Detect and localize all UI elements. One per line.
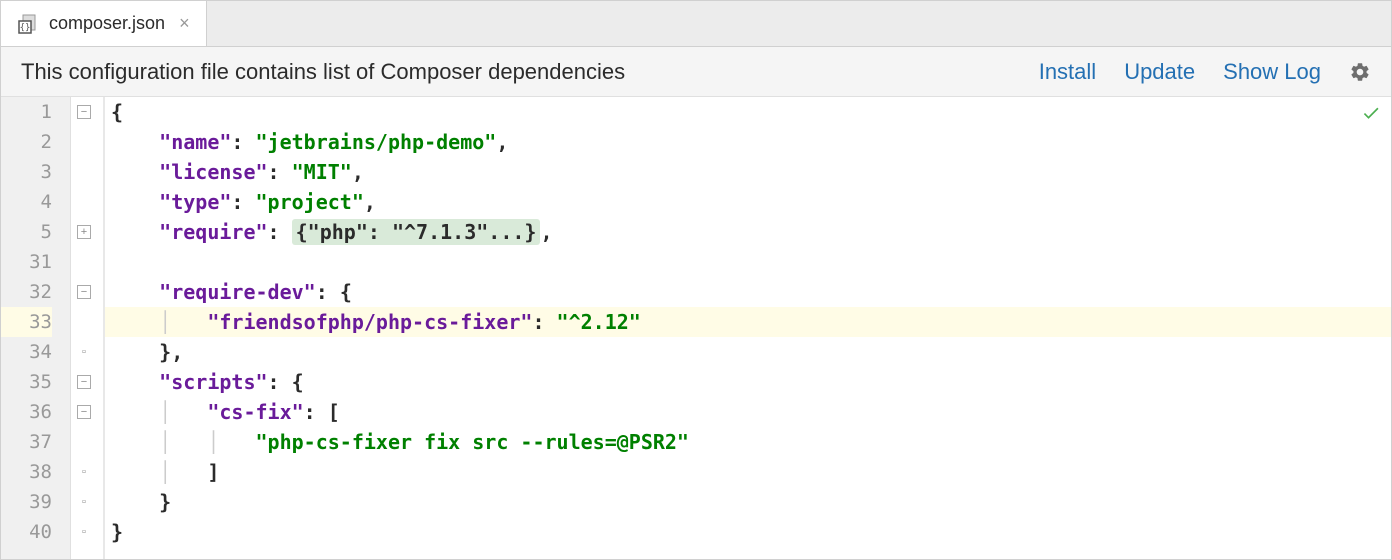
- code-line: │ "cs-fix": [: [105, 397, 1391, 427]
- line-number: 4: [1, 187, 52, 217]
- line-number: 39: [1, 487, 52, 517]
- fold-collapse-icon[interactable]: −: [77, 375, 91, 389]
- install-link[interactable]: Install: [1039, 59, 1096, 85]
- code-line: "type": "project",: [105, 187, 1391, 217]
- notification-text: This configuration file contains list of…: [21, 59, 1039, 85]
- code-line-highlighted: │ "friendsofphp/php-cs-fixer": "^2.12": [105, 307, 1391, 337]
- code-line: │ ]: [105, 457, 1391, 487]
- code-line: "name": "jetbrains/php-demo",: [105, 127, 1391, 157]
- inspection-ok-icon[interactable]: [1361, 103, 1381, 128]
- svg-text:{}: {}: [20, 23, 31, 33]
- line-number: 5: [1, 217, 52, 247]
- code-line: │ │ "php-cs-fixer fix src --rules=@PSR2": [105, 427, 1391, 457]
- gear-icon[interactable]: [1349, 61, 1371, 83]
- code-line: [105, 247, 1391, 277]
- editor-tab[interactable]: {} composer.json ×: [1, 1, 207, 46]
- line-number: 3: [1, 157, 52, 187]
- line-number: 37: [1, 427, 52, 457]
- fold-end-icon[interactable]: ▫: [77, 345, 91, 359]
- fold-end-icon[interactable]: ▫: [77, 465, 91, 479]
- code-editor[interactable]: 1 2 3 4 5 31 32 33 34 35 36 37 38 39 40 …: [1, 97, 1391, 559]
- line-number: 40: [1, 517, 52, 547]
- line-number: 36: [1, 397, 52, 427]
- code-content[interactable]: { "name": "jetbrains/php-demo", "license…: [105, 97, 1391, 559]
- code-line: "license": "MIT",: [105, 157, 1391, 187]
- line-number: 35: [1, 367, 52, 397]
- code-line: "scripts": {: [105, 367, 1391, 397]
- line-number: 38: [1, 457, 52, 487]
- update-link[interactable]: Update: [1124, 59, 1195, 85]
- line-number: 33: [1, 307, 52, 337]
- composer-notification-bar: This configuration file contains list of…: [1, 47, 1391, 97]
- fold-collapse-icon[interactable]: −: [77, 285, 91, 299]
- tab-bar: {} composer.json ×: [1, 1, 1391, 47]
- line-number: 2: [1, 127, 52, 157]
- fold-column: − + − ▫ − − ▫ ▫ ▫: [71, 97, 105, 559]
- folded-region[interactable]: {"php": "^7.1.3"...}: [292, 219, 541, 245]
- code-line: "require": {"php": "^7.1.3"...},: [105, 217, 1391, 247]
- code-line: }: [105, 517, 1391, 547]
- line-number-gutter: 1 2 3 4 5 31 32 33 34 35 36 37 38 39 40: [1, 97, 71, 559]
- code-line: }: [105, 487, 1391, 517]
- fold-expand-icon[interactable]: +: [77, 225, 91, 239]
- line-number: 1: [1, 97, 52, 127]
- line-number: 32: [1, 277, 52, 307]
- tab-filename: composer.json: [49, 13, 165, 34]
- fold-collapse-icon[interactable]: −: [77, 405, 91, 419]
- code-line: {: [105, 97, 1391, 127]
- line-number: 34: [1, 337, 52, 367]
- fold-end-icon[interactable]: ▫: [77, 495, 91, 509]
- code-line: },: [105, 337, 1391, 367]
- fold-end-icon[interactable]: ▫: [77, 525, 91, 539]
- notification-actions: Install Update Show Log: [1039, 59, 1371, 85]
- fold-collapse-icon[interactable]: −: [77, 105, 91, 119]
- show-log-link[interactable]: Show Log: [1223, 59, 1321, 85]
- line-number: 31: [1, 247, 52, 277]
- code-line: "require-dev": {: [105, 277, 1391, 307]
- json-file-icon: {}: [17, 13, 39, 35]
- close-tab-button[interactable]: ×: [175, 13, 194, 34]
